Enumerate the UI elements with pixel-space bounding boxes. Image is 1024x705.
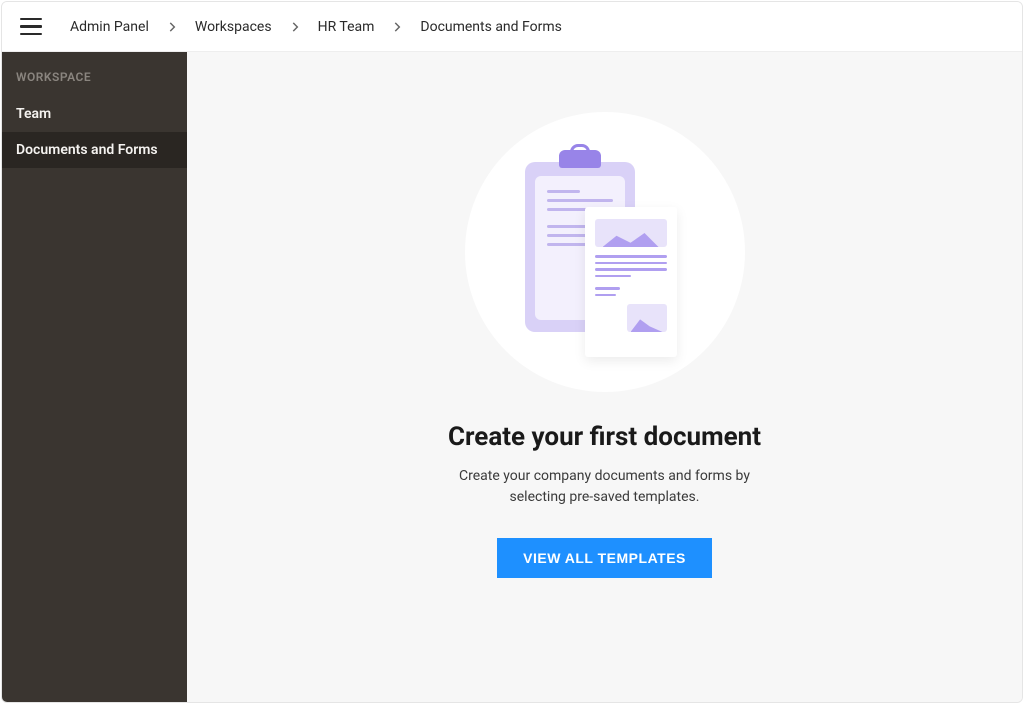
empty-state-heading: Create your first document bbox=[395, 422, 815, 452]
chevron-right-icon bbox=[284, 16, 306, 38]
document-icon bbox=[585, 207, 677, 357]
breadcrumb-workspaces[interactable]: Workspaces bbox=[189, 15, 278, 39]
body: WORKSPACE Team Documents and Forms bbox=[2, 52, 1022, 702]
topbar: Admin Panel Workspaces HR Team Documents… bbox=[2, 2, 1022, 52]
sidebar-item-team[interactable]: Team bbox=[2, 96, 187, 132]
documents-illustration bbox=[465, 112, 745, 392]
breadcrumb-documents-and-forms[interactable]: Documents and Forms bbox=[414, 15, 567, 39]
sidebar-item-label: Documents and Forms bbox=[16, 142, 158, 158]
sidebar-item-documents-and-forms[interactable]: Documents and Forms bbox=[2, 132, 187, 168]
chevron-right-icon bbox=[386, 16, 408, 38]
breadcrumb-admin-panel[interactable]: Admin Panel bbox=[64, 15, 155, 39]
view-all-templates-button[interactable]: VIEW ALL TEMPLATES bbox=[497, 538, 712, 578]
chevron-right-icon bbox=[161, 16, 183, 38]
sidebar: WORKSPACE Team Documents and Forms bbox=[2, 52, 187, 702]
breadcrumb-hr-team[interactable]: HR Team bbox=[312, 15, 381, 39]
empty-state: Create your first document Create your c… bbox=[395, 112, 815, 578]
menu-icon[interactable] bbox=[20, 15, 44, 39]
app-frame: Admin Panel Workspaces HR Team Documents… bbox=[1, 1, 1023, 703]
sidebar-item-label: Team bbox=[16, 106, 51, 122]
main-content: Create your first document Create your c… bbox=[187, 52, 1022, 702]
sidebar-section-label: WORKSPACE bbox=[2, 70, 187, 96]
empty-state-subtext: Create your company documents and forms … bbox=[395, 466, 815, 508]
